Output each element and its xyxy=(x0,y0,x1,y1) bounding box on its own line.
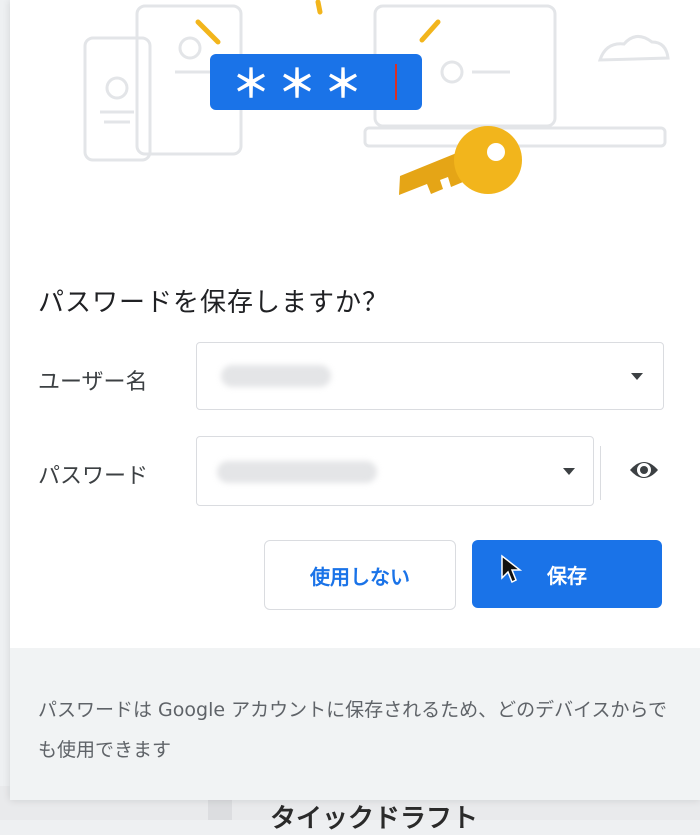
footer-description: パスワードは Google アカウントに保存されるため、どのデバイスからでも使用… xyxy=(38,699,667,761)
tablet-avatar-icon xyxy=(178,36,202,60)
never-button[interactable]: 使用しない xyxy=(264,540,456,610)
key-icon xyxy=(399,126,522,195)
username-redacted xyxy=(221,365,331,387)
chevron-down-icon[interactable] xyxy=(631,373,643,380)
laptop-avatar-icon xyxy=(440,60,464,84)
field-separator xyxy=(600,446,601,500)
username-label: ユーザー名 xyxy=(38,370,148,395)
cloud-icon xyxy=(597,35,670,62)
masked-password-text: ＊＊＊ xyxy=(232,62,370,106)
chevron-down-icon[interactable] xyxy=(563,468,575,475)
mouse-pointer-icon xyxy=(500,554,523,588)
phone-avatar-icon xyxy=(105,76,129,100)
save-password-dialog: ＊＊＊ パスワードを保存しますか？ ユーザー名 パスワード 使用しない 保存 パ… xyxy=(10,0,700,800)
hero-illustration: ＊＊＊ xyxy=(10,0,700,250)
password-field[interactable] xyxy=(196,436,594,506)
password-redacted xyxy=(217,461,377,483)
password-label: パスワード xyxy=(38,464,149,489)
username-field[interactable] xyxy=(196,342,664,410)
background-partial-text: タイックドラフト xyxy=(270,804,479,834)
eye-icon[interactable] xyxy=(628,458,660,486)
hero-illustration-svg: ＊＊＊ xyxy=(83,0,670,195)
dialog-title: パスワードを保存しますか？ xyxy=(38,288,390,318)
